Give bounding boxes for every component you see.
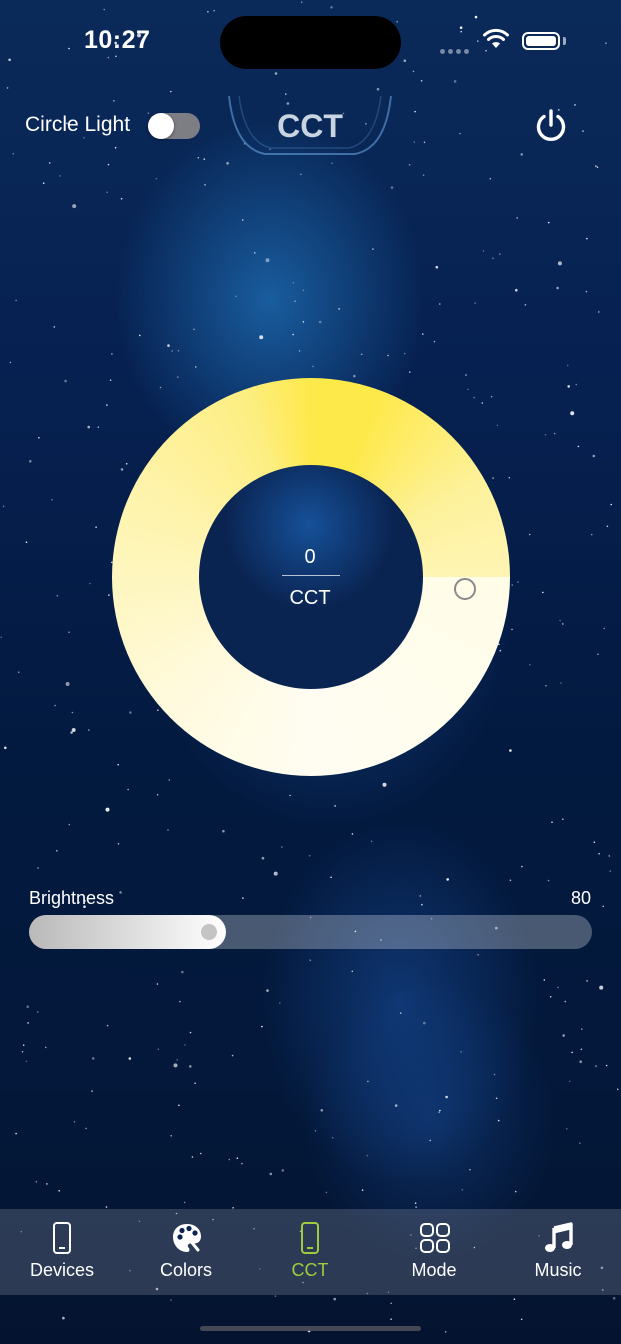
- tab-devices[interactable]: Devices: [0, 1209, 124, 1295]
- wheel-center: [199, 465, 423, 689]
- phone-icon: [301, 1222, 319, 1254]
- home-indicator: [200, 1326, 421, 1331]
- brightness-value: 80: [570, 888, 591, 908]
- brightness-slider[interactable]: [29, 915, 592, 949]
- page-title: CCT: [277, 108, 343, 144]
- tab-bar: Devices Colors CCT Mode Music: [0, 1209, 621, 1295]
- wifi-icon: [483, 28, 509, 48]
- tab-colors[interactable]: Colors: [124, 1209, 248, 1295]
- wheel-selector-handle[interactable]: [454, 578, 476, 600]
- cct-value: 0: [304, 546, 316, 568]
- toggle-knob: [148, 113, 174, 139]
- tab-label: Mode: [411, 1260, 457, 1280]
- cct-divider: [282, 575, 340, 576]
- power-icon[interactable]: [533, 108, 569, 144]
- tab-cct[interactable]: CCT: [248, 1209, 372, 1295]
- grid-icon: [420, 1223, 450, 1253]
- tab-label: Music: [534, 1260, 582, 1280]
- circle-light-label: Circle Light: [25, 113, 131, 136]
- page-title-frame: CCT: [225, 92, 395, 164]
- phone-icon: [53, 1222, 71, 1254]
- palette-icon: [173, 1224, 201, 1252]
- tab-label: Colors: [159, 1260, 212, 1280]
- tab-label: Devices: [29, 1260, 95, 1280]
- music-note-icon: [545, 1222, 573, 1252]
- signal-icon: [440, 41, 474, 54]
- status-time: 10:27: [84, 26, 151, 54]
- tab-mode[interactable]: Mode: [372, 1209, 496, 1295]
- cct-label: CCT: [289, 587, 331, 609]
- cct-color-wheel[interactable]: [112, 378, 510, 776]
- tab-label: CCT: [291, 1260, 329, 1280]
- circle-light-toggle[interactable]: [148, 113, 200, 139]
- dynamic-island: [220, 16, 401, 69]
- battery-icon: [522, 32, 560, 50]
- brightness-slider-thumb[interactable]: [201, 924, 217, 940]
- brightness-label: Brightness: [29, 888, 115, 908]
- brightness-slider-fill: [29, 915, 226, 949]
- tab-music[interactable]: Music: [496, 1209, 620, 1295]
